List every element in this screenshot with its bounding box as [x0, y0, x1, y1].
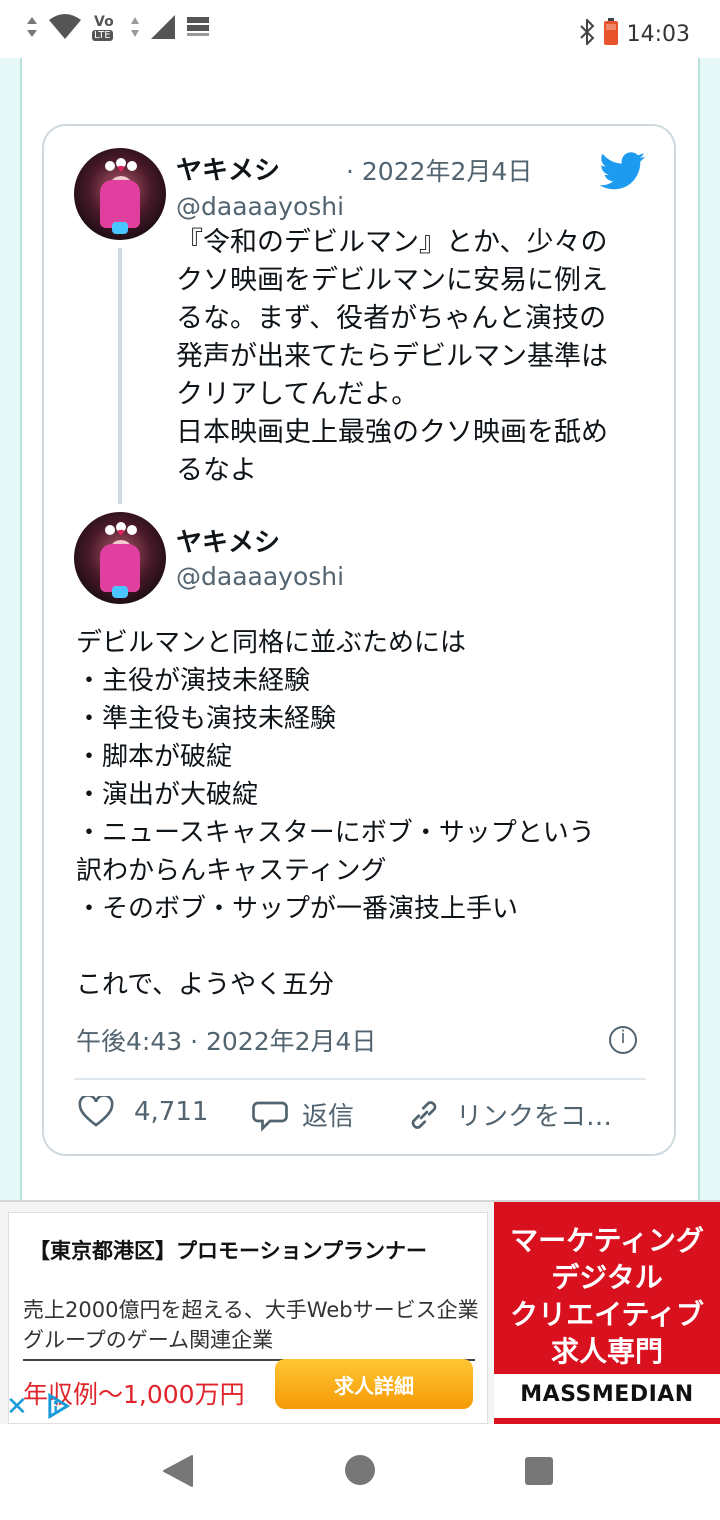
author-handle[interactable]: @daaaayoshi — [176, 192, 344, 221]
signal-icon — [150, 14, 176, 44]
volte-icon: Vo LTE — [92, 14, 114, 41]
divider — [74, 1078, 646, 1080]
copy-link-label: リンクをコ… — [456, 1102, 613, 1132]
ad-description[interactable]: 売上2000億円を超える、大手Webサービス企業グループのゲーム関連企業 — [23, 1295, 479, 1355]
ad-side-line: マーケティング — [510, 1224, 704, 1257]
author-handle[interactable]: @daaaayoshi — [176, 562, 344, 591]
reply-label: 返信 — [302, 1102, 355, 1132]
hearts-decoration-icon — [105, 158, 137, 172]
tweet-timestamp[interactable]: 午後4:43 · 2022年2月4日 — [76, 1022, 376, 1058]
avatar-figure-glow — [112, 586, 128, 598]
avatar-figure-body — [100, 180, 140, 228]
copy-link-button[interactable]: リンクをコ… — [406, 1096, 612, 1133]
ad-details-button[interactable]: 求人詳細 — [275, 1359, 473, 1409]
ad-brand-logo: MASSMEDIAN — [520, 1382, 694, 1407]
avatar-figure-glow — [112, 222, 128, 234]
status-bar: Vo LTE 14:03 — [0, 0, 720, 58]
right-margin-strip — [698, 58, 720, 1200]
reply-icon — [252, 1101, 288, 1132]
avatar[interactable] — [74, 512, 166, 604]
ad-side-line: クリエイティブ — [510, 1298, 704, 1331]
clock: 14:03 — [626, 21, 690, 47]
ad-banner[interactable]: 【東京都港区】プロモーションプランナー 売上2000億円を超える、大手Webサー… — [0, 1200, 720, 1426]
ad-side-text: マーケティング デジタル クリエイティブ 求人専門 — [494, 1222, 720, 1370]
heart-icon — [78, 1096, 114, 1127]
ad-side-panel[interactable]: マーケティング デジタル クリエイティブ 求人専門 MASSMEDIAN — [494, 1202, 720, 1426]
notification-icon — [186, 15, 210, 43]
reply-button[interactable]: 返信 — [252, 1096, 354, 1133]
home-icon[interactable] — [344, 1454, 376, 1486]
battery-icon — [603, 18, 619, 50]
wifi-icon — [48, 14, 82, 44]
ad-choices-icon[interactable] — [44, 1392, 72, 1420]
ad-side-line: デジタル — [551, 1261, 663, 1294]
main-tweet-text[interactable]: デビルマンと同格に並ぶためには ・主役が演技未経験 ・準主役も演技未経験 ・脚本… — [76, 624, 656, 1004]
avatar[interactable] — [74, 148, 166, 240]
ad-title[interactable]: 【東京都港区】プロモーションプランナー — [29, 1235, 427, 1265]
ad-close-icon[interactable]: ✕ — [6, 1392, 28, 1422]
bluetooth-icon — [579, 17, 595, 49]
data-activity-icon — [26, 16, 38, 42]
ad-content[interactable]: 【東京都港区】プロモーションプランナー 売上2000億円を超える、大手Webサー… — [8, 1212, 488, 1424]
left-margin-strip — [0, 58, 22, 1200]
author-name[interactable]: ヤキメシ — [176, 522, 280, 559]
data-arrows-icon — [130, 16, 140, 42]
avatar-figure-body — [100, 544, 140, 592]
android-nav-bar — [0, 1424, 720, 1520]
hearts-decoration-icon — [105, 522, 137, 536]
tweet-date[interactable]: · 2022年2月4日 — [346, 152, 532, 188]
info-icon[interactable] — [609, 1026, 637, 1054]
like-button[interactable]: 4,711 — [78, 1096, 208, 1128]
back-icon[interactable] — [162, 1454, 194, 1488]
parent-tweet-text[interactable]: 『令和のデビルマン』とか、少々の クソ映画をデビルマンに安易に例え るな。まず、… — [176, 224, 646, 490]
twitter-bird-icon[interactable] — [600, 152, 646, 190]
thread-connector-line — [118, 248, 122, 504]
ad-side-line: 求人専門 — [550, 1335, 663, 1368]
recents-icon[interactable] — [524, 1456, 554, 1486]
like-count: 4,711 — [134, 1097, 209, 1127]
author-name[interactable]: ヤキメシ — [176, 150, 280, 187]
link-icon — [411, 1100, 437, 1129]
